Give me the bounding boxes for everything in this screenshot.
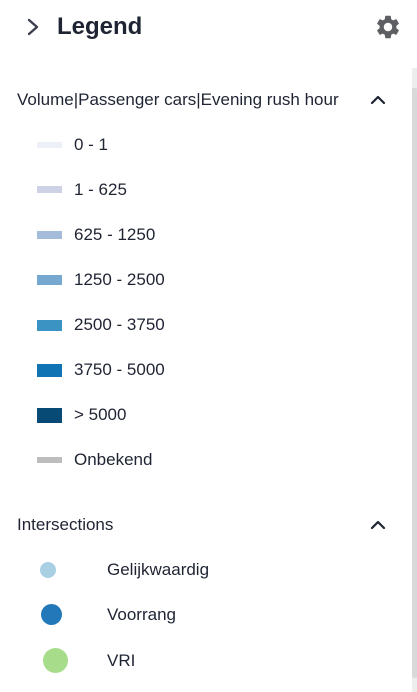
legend-item-label: 625 - 1250 [74, 225, 156, 244]
legend-item: Gelijkwaardig [0, 558, 410, 582]
legend-item: VRI [0, 648, 410, 673]
legend-item-label: 2500 - 3750 [74, 315, 165, 334]
legend-item-label: 1250 - 2500 [74, 270, 165, 289]
legend-item-label: 3750 - 5000 [74, 360, 165, 379]
legend-item-label: Gelijkwaardig [107, 560, 210, 579]
legend-swatch [37, 320, 62, 331]
legend-item: 0 - 1 [0, 133, 410, 157]
chevron-right-icon[interactable] [22, 15, 44, 39]
legend-swatch [37, 408, 62, 423]
legend-swatch [37, 457, 62, 463]
chevron-up-icon[interactable] [368, 515, 388, 535]
legend-item: Onbekend [0, 448, 410, 472]
section-title-intersections[interactable]: Intersections [17, 515, 113, 535]
legend-item-label: Onbekend [74, 450, 153, 469]
legend-item-label: > 5000 [74, 405, 127, 424]
legend-item: 1250 - 2500 [0, 268, 410, 292]
scrollbar-thumb[interactable] [412, 88, 417, 678]
legend-item-label: VRI [107, 651, 136, 670]
legend-item: > 5000 [0, 403, 410, 427]
legend-swatch [37, 231, 62, 239]
chevron-up-icon[interactable] [368, 90, 388, 110]
scrollbar-track[interactable] [412, 68, 417, 692]
legend-item-label: 1 - 625 [74, 180, 127, 199]
legend-swatch [37, 364, 62, 377]
intersection-dot [41, 604, 62, 625]
legend-swatch [37, 275, 62, 285]
intersection-dot [40, 562, 56, 578]
section-title-volume[interactable]: Volume|Passenger cars|Evening rush hour [17, 90, 339, 110]
legend-item: Voorrang [0, 603, 410, 627]
legend-header: Legend [0, 0, 417, 56]
intersection-dot [43, 648, 68, 673]
gear-icon[interactable] [374, 13, 402, 41]
legend-swatch [37, 186, 62, 193]
legend-item: 1 - 625 [0, 178, 410, 202]
legend-item-label: 0 - 1 [74, 135, 109, 154]
legend-item: 2500 - 3750 [0, 313, 410, 337]
legend-swatch [37, 142, 62, 148]
legend-item: 625 - 1250 [0, 223, 410, 247]
legend-item-label: Voorrang [107, 605, 176, 624]
legend-item: 3750 - 5000 [0, 358, 410, 382]
legend-title: Legend [57, 13, 143, 40]
